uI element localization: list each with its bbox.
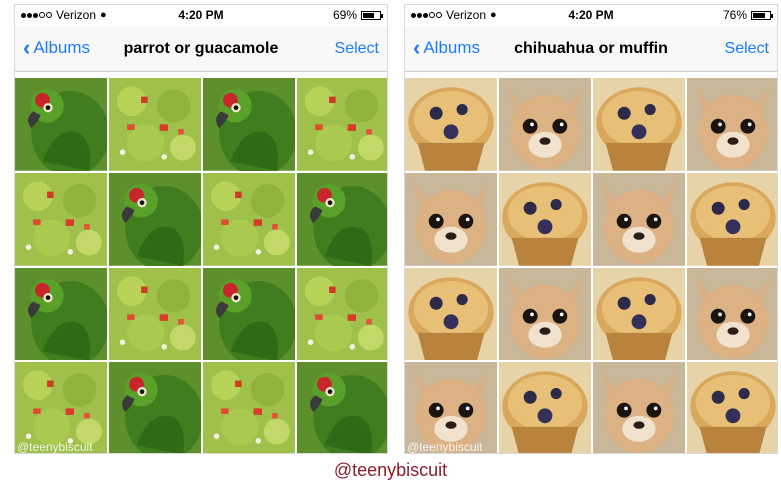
select-button[interactable]: Select [335, 40, 379, 58]
photo-grid: @teenybiscuit [15, 78, 387, 454]
guacamole-photo[interactable] [15, 172, 107, 266]
chihuahua-photo[interactable] [687, 267, 777, 361]
back-label: Albums [33, 38, 91, 57]
select-button[interactable]: Select [725, 40, 769, 58]
back-button[interactable]: ‹ Albums [23, 35, 91, 60]
battery-icon [751, 10, 773, 20]
watermark-text: @teenybiscuit [407, 440, 483, 454]
status-time: 4:20 PM [178, 8, 224, 22]
chihuahua-photo[interactable] [405, 172, 497, 266]
chihuahua-photo[interactable] [593, 172, 685, 266]
parrot-photo[interactable] [203, 267, 295, 361]
guacamole-photo[interactable] [297, 267, 387, 361]
chihuahua-photo[interactable] [687, 78, 777, 171]
watermark-text: @teenybiscuit [17, 440, 93, 454]
guacamole-photo[interactable] [203, 172, 295, 266]
right-phone-screen: Verizon ● 4:20 PM 76% ‹ Albums chihuahua… [404, 4, 778, 454]
back-button[interactable]: ‹ Albums [413, 35, 481, 60]
battery-group: 76% [722, 8, 773, 22]
battery-icon [361, 10, 383, 20]
muffin-photo[interactable] [687, 362, 777, 453]
status-time: 4:20 PM [568, 8, 614, 22]
muffin-photo[interactable] [593, 78, 685, 171]
parrot-photo[interactable] [109, 172, 201, 266]
left-phone-screen: Verizon ● 4:20 PM 69% ‹ Albums parrot or… [14, 4, 388, 454]
guacamole-photo[interactable] [109, 78, 201, 171]
guacamole-photo[interactable]: @teenybiscuit [15, 362, 107, 454]
status-bar: Verizon ● 4:20 PM 76% [405, 5, 777, 25]
battery-group: 69% [332, 8, 383, 22]
navigation-bar: ‹ Albums parrot or guacamole Select [15, 27, 387, 72]
navigation-bar: ‹ Albums chihuahua or muffin Select [405, 27, 777, 72]
parrot-photo[interactable] [203, 78, 295, 171]
chevron-left-icon: ‹ [413, 35, 421, 60]
chihuahua-photo[interactable] [499, 267, 591, 361]
muffin-photo[interactable] [687, 172, 777, 266]
chihuahua-photo[interactable] [593, 362, 685, 453]
credit-caption: @teenybiscuit [333, 460, 448, 480]
parrot-photo[interactable] [15, 78, 107, 171]
guacamole-photo[interactable] [203, 362, 295, 453]
chihuahua-photo[interactable] [499, 78, 591, 171]
parrot-photo[interactable] [15, 267, 107, 361]
muffin-photo[interactable] [593, 267, 685, 361]
battery-fill [363, 12, 375, 18]
parrot-photo[interactable] [109, 362, 201, 453]
muffin-photo[interactable] [405, 78, 497, 171]
parrot-photo[interactable] [297, 172, 387, 266]
muffin-photo[interactable] [499, 172, 591, 266]
status-bar: Verizon ● 4:20 PM 69% [15, 5, 387, 25]
chevron-left-icon: ‹ [23, 35, 31, 60]
battery-percent: 69% [332, 8, 357, 22]
guacamole-photo[interactable] [297, 78, 387, 171]
chihuahua-photo[interactable]: @teenybiscuit [405, 362, 497, 454]
battery-fill [753, 12, 766, 18]
muffin-photo[interactable] [405, 267, 497, 361]
battery-percent: 76% [722, 8, 747, 22]
back-label: Albums [423, 38, 481, 57]
parrot-photo[interactable] [297, 362, 387, 453]
guacamole-photo[interactable] [109, 267, 201, 361]
photo-grid: @teenybiscuit [405, 78, 777, 454]
muffin-photo[interactable] [499, 362, 591, 453]
